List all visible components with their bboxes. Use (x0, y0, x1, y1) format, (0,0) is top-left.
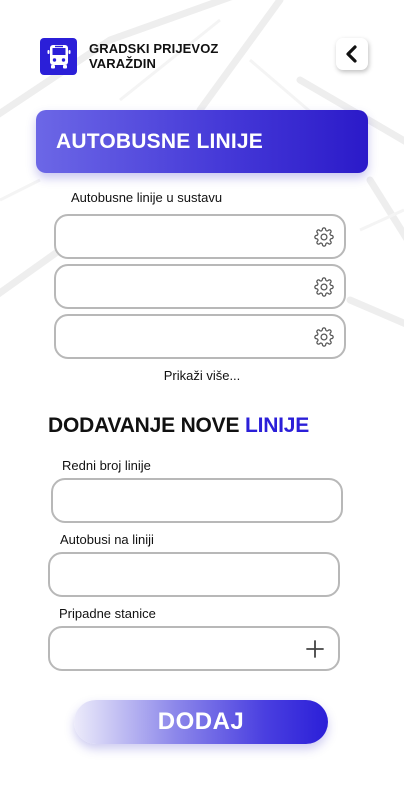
back-button[interactable] (336, 38, 368, 70)
line-number-label: Redni broj linije (62, 458, 151, 473)
stations-label: Pripadne stanice (59, 606, 156, 621)
plus-icon[interactable] (306, 640, 324, 658)
gear-icon[interactable] (314, 327, 334, 347)
chevron-left-icon (346, 45, 357, 63)
banner-title: AUTOBUSNE LINIJE (56, 129, 264, 153)
section-banner: AUTOBUSNE LINIJE (36, 110, 368, 173)
buses-label: Autobusi na liniji (60, 532, 154, 547)
stations-input[interactable] (48, 626, 340, 671)
app-title-line1: GRADSKI PRIJEVOZ (89, 41, 219, 56)
app-header: GRADSKI PRIJEVOZ VARAŽDIN (40, 38, 370, 78)
bus-line-item[interactable] (54, 264, 346, 309)
show-more-link[interactable]: Prikaži više... (0, 368, 404, 383)
new-line-section-title: DODAVANJE NOVE LINIJE (48, 414, 309, 438)
add-button-label: DODAJ (157, 708, 245, 735)
add-button[interactable]: DODAJ (74, 700, 328, 744)
section-title-part1: DODAVANJE NOVE (48, 414, 240, 437)
bus-line-item[interactable] (54, 314, 346, 359)
bus-icon (40, 38, 77, 75)
app-title-line2: VARAŽDIN (89, 56, 156, 71)
line-number-input[interactable] (51, 478, 343, 523)
app-title: GRADSKI PRIJEVOZ VARAŽDIN (89, 41, 259, 71)
lines-list-label: Autobusne linije u sustavu (71, 190, 223, 205)
buses-input[interactable] (48, 552, 340, 597)
section-title-part2: LINIJE (244, 414, 310, 437)
bus-line-item[interactable] (54, 214, 346, 259)
gear-icon[interactable] (314, 277, 334, 297)
gear-icon[interactable] (314, 227, 334, 247)
